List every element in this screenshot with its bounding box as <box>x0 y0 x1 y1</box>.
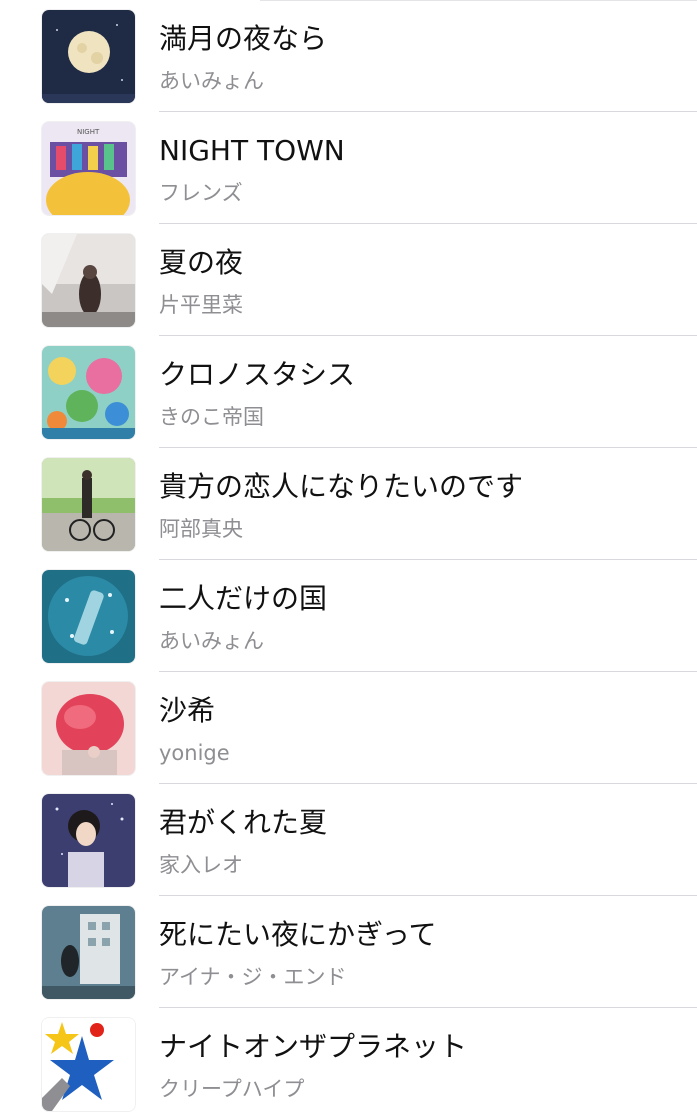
album-art <box>42 570 135 663</box>
album-art <box>42 1018 135 1111</box>
track-row[interactable]: 夏の夜 片平里菜 <box>0 224 697 336</box>
track-list: 満月の夜なら あいみょん NIGHT NIGHT TOWN フレンズ 夏の夜 片… <box>0 0 697 1115</box>
track-row[interactable]: ナイトオンザプラネット クリープハイプ <box>0 1008 697 1120</box>
album-art <box>42 682 135 775</box>
track-title: NIGHT TOWN <box>159 134 345 167</box>
track-row[interactable]: 死にたい夜にかぎって アイナ・ジ・エンド <box>0 896 697 1008</box>
track-artist: きのこ帝国 <box>159 405 264 429</box>
album-art <box>42 458 135 551</box>
track-artist: アイナ・ジ・エンド <box>159 965 347 989</box>
album-art <box>42 234 135 327</box>
track-artist: クリープハイプ <box>159 1077 305 1101</box>
track-artist: 片平里菜 <box>159 293 243 317</box>
track-artist: あいみょん <box>159 629 264 653</box>
track-title: クロノスタシス <box>159 358 356 391</box>
album-art <box>42 10 135 103</box>
track-artist: yonige <box>159 741 230 765</box>
track-row[interactable]: 貴方の恋人になりたいのです 阿部真央 <box>0 448 697 560</box>
track-row[interactable]: NIGHT NIGHT TOWN フレンズ <box>0 112 697 224</box>
album-art <box>42 794 135 887</box>
track-artist: フレンズ <box>159 181 243 205</box>
album-art <box>42 346 135 439</box>
track-title: ナイトオンザプラネット <box>159 1030 468 1063</box>
track-title: 君がくれた夏 <box>159 806 328 839</box>
track-row[interactable]: 二人だけの国 あいみょん <box>0 560 697 672</box>
track-title: 死にたい夜にかぎって <box>159 918 437 951</box>
track-row[interactable]: クロノスタシス きのこ帝国 <box>0 336 697 448</box>
svg-text:NIGHT: NIGHT <box>77 128 100 136</box>
track-title: 二人だけの国 <box>159 582 328 615</box>
track-title: 満月の夜なら <box>159 22 328 55</box>
track-row[interactable]: 君がくれた夏 家入レオ <box>0 784 697 896</box>
album-art <box>42 906 135 999</box>
track-row[interactable]: 沙希 yonige <box>0 672 697 784</box>
track-row[interactable]: 満月の夜なら あいみょん <box>0 0 697 112</box>
album-art: NIGHT <box>42 122 135 215</box>
track-artist: 家入レオ <box>159 853 243 877</box>
track-title: 貴方の恋人になりたいのです <box>159 470 524 503</box>
track-title: 夏の夜 <box>159 246 244 279</box>
track-title: 沙希 <box>159 694 216 727</box>
track-artist: 阿部真央 <box>159 517 243 541</box>
track-artist: あいみょん <box>159 69 264 93</box>
